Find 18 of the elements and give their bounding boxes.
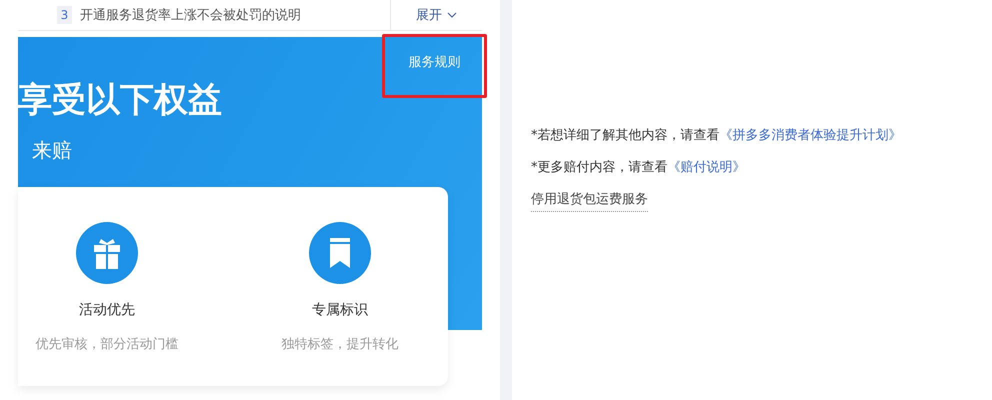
benefit-description: 优先审核，部分活动门槛 <box>36 336 178 353</box>
bookmark-icon <box>308 221 372 285</box>
document-link[interactable]: 《拼多多消费者体验提升计划》 <box>720 128 902 143</box>
expand-button[interactable]: 展开 <box>390 0 482 30</box>
banner-subtitle: 来赔 <box>32 137 72 164</box>
benefit-description: 独特标签，提升转化 <box>282 336 398 353</box>
note-text: *更多赔付内容，请查看《赔付说明》 <box>531 159 746 176</box>
document-link[interactable]: 《赔付说明》 <box>668 160 746 175</box>
benefit-title: 活动优先 <box>79 301 135 319</box>
benefit-title: 专属标识 <box>312 301 368 319</box>
notice-text: 开通服务退货率上涨不会被处罚的说明 <box>80 7 302 24</box>
chevron-down-icon <box>447 12 457 18</box>
disable-service-link[interactable]: 停用退货包运费服务 <box>531 190 648 212</box>
gift-icon <box>75 221 139 285</box>
note-text: *若想详细了解其他内容，请查看《拼多多消费者体验提升计划》 <box>531 127 902 144</box>
service-rules-link[interactable]: 服务规则 <box>382 34 487 98</box>
banner-title: 享受以下权益 <box>18 79 222 122</box>
item-number: 3 <box>57 6 72 24</box>
